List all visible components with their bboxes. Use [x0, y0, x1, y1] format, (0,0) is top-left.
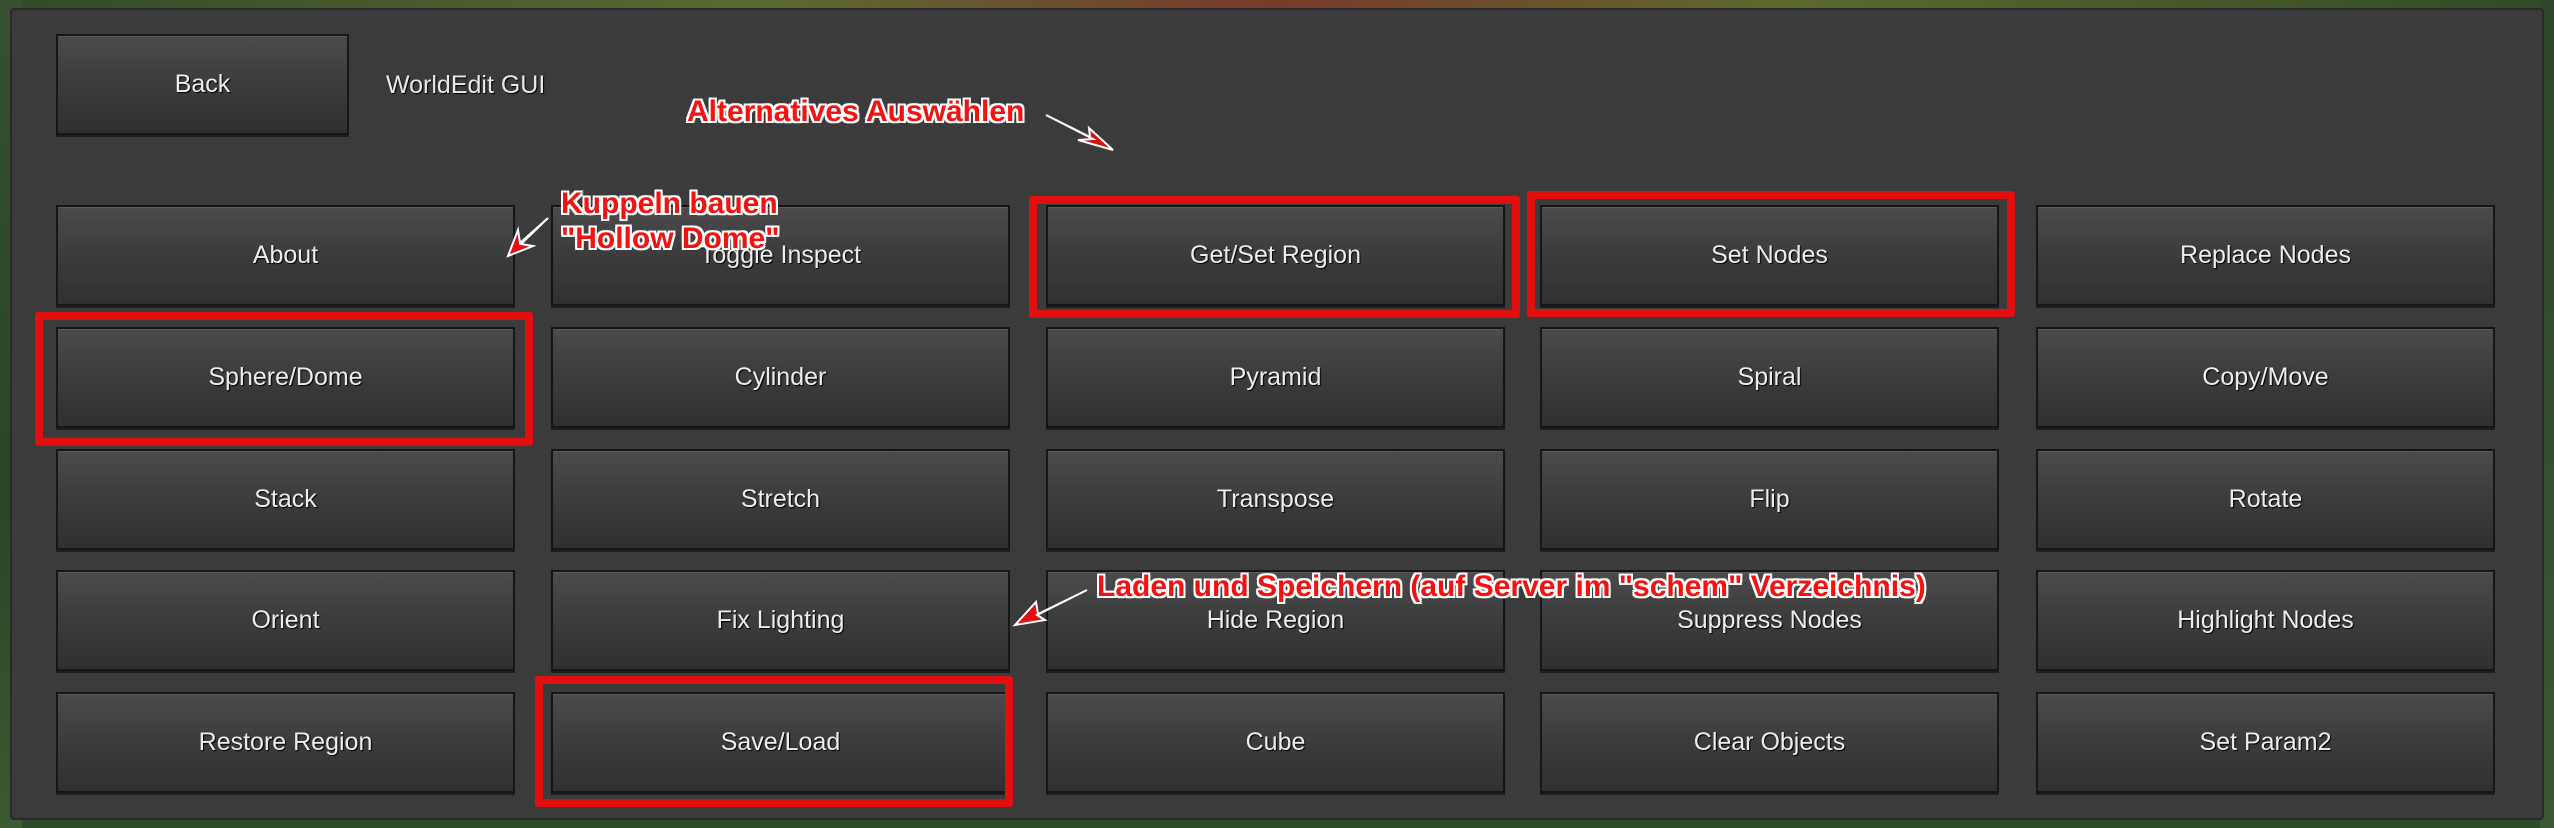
replace-nodes-button[interactable]: Replace Nodes — [2036, 205, 2495, 306]
copy-move-button[interactable]: Copy/Move — [2036, 327, 2495, 428]
clear-objects-button[interactable]: Clear Objects — [1540, 692, 1999, 793]
annotation-alternatives: Alternatives Auswählen — [687, 95, 1025, 128]
annotation-save-load: Laden und Speichern (auf Server im "sche… — [1097, 570, 1926, 603]
spiral-button[interactable]: Spiral — [1540, 327, 1999, 428]
set-nodes-button[interactable]: Set Nodes — [1540, 205, 1999, 306]
set-param2-button[interactable]: Set Param2 — [2036, 692, 2495, 793]
annotation-domes-line2: "Hollow Dome" — [561, 222, 780, 255]
cylinder-button[interactable]: Cylinder — [551, 327, 1010, 428]
save-load-button[interactable]: Save/Load — [551, 692, 1010, 793]
transpose-button[interactable]: Transpose — [1046, 449, 1505, 550]
dialog-title: WorldEdit GUI — [386, 71, 546, 99]
restore-region-button[interactable]: Restore Region — [56, 692, 515, 793]
sphere-dome-button[interactable]: Sphere/Dome — [56, 327, 515, 428]
back-button[interactable]: Back — [56, 34, 349, 135]
get-set-region-button[interactable]: Get/Set Region — [1046, 205, 1505, 306]
cube-button[interactable]: Cube — [1046, 692, 1505, 793]
orient-button[interactable]: Orient — [56, 570, 515, 671]
stretch-button[interactable]: Stretch — [551, 449, 1010, 550]
fix-lighting-button[interactable]: Fix Lighting — [551, 570, 1010, 671]
about-button[interactable]: About — [56, 205, 515, 306]
flip-button[interactable]: Flip — [1540, 449, 1999, 550]
rotate-button[interactable]: Rotate — [2036, 449, 2495, 550]
pyramid-button[interactable]: Pyramid — [1046, 327, 1505, 428]
highlight-nodes-button[interactable]: Highlight Nodes — [2036, 570, 2495, 671]
annotation-domes-line1: Kuppeln bauen — [561, 187, 778, 220]
stack-button[interactable]: Stack — [56, 449, 515, 550]
